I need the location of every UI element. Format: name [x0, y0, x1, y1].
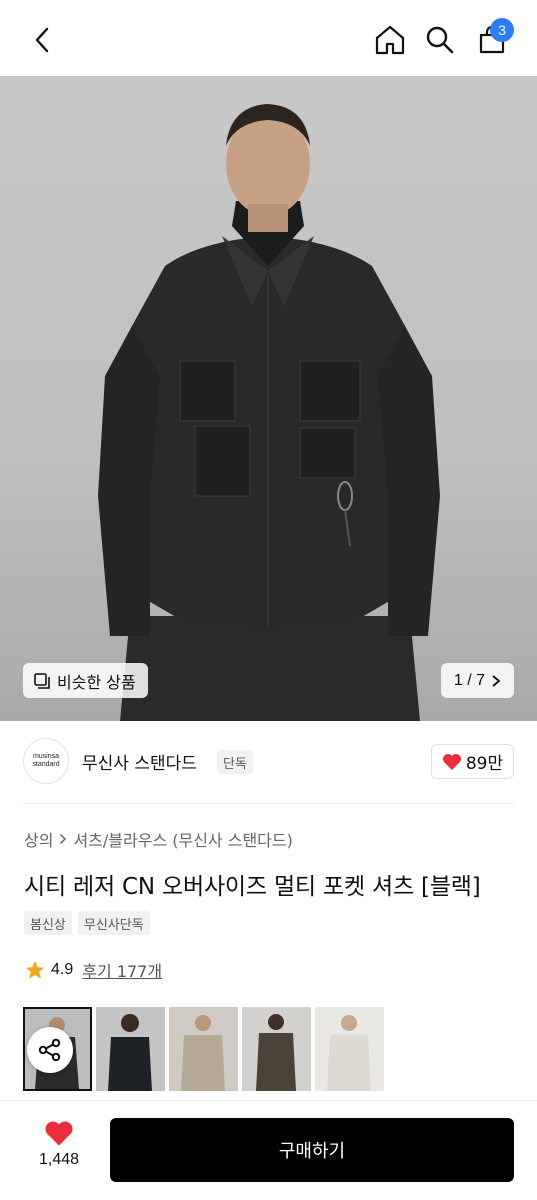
- similar-products-button[interactable]: 비슷한 상품: [23, 663, 148, 698]
- brand-name-link[interactable]: 무신사 스탠다드: [82, 749, 197, 774]
- reviews-link[interactable]: 후기 177개: [82, 958, 162, 982]
- rating-score: 4.9: [51, 961, 74, 978]
- rating-row: 4.9 후기 177개: [24, 958, 162, 982]
- thumbnail-ivory[interactable]: [315, 1007, 384, 1091]
- share-button[interactable]: [27, 1027, 73, 1073]
- back-button[interactable]: [22, 20, 62, 60]
- heart-icon: [45, 1121, 73, 1146]
- product-title: 시티 레저 CN 오버사이즈 멀티 포켓 셔츠 [블랙]: [24, 874, 481, 900]
- brand-like-button[interactable]: 89만: [431, 744, 514, 779]
- top-nav-bar: 3: [0, 0, 537, 76]
- product-tags: 봄신상 무신사단독: [24, 911, 150, 935]
- brand-logo[interactable]: musinsa standard: [23, 738, 69, 784]
- chevron-right-icon: [60, 833, 67, 845]
- tag-chip: 봄신상: [24, 911, 72, 935]
- back-icon: [35, 27, 49, 53]
- color-thumbnails: [23, 1007, 384, 1091]
- wishlist-count: 1,448: [38, 1151, 80, 1168]
- tag-chip: 무신사단독: [77, 911, 150, 935]
- star-icon: [25, 960, 45, 979]
- model-photo: [98, 104, 440, 721]
- similar-items-icon: [34, 672, 50, 689]
- thumbnail-image: [327, 1015, 371, 1091]
- breadcrumb: 상의 셔츠/블라우스 (무신사 스탠다드): [24, 827, 293, 851]
- page-indicator-text: 1 / 7: [453, 671, 486, 689]
- similar-products-label: 비슷한 상품: [57, 672, 136, 692]
- cart-count-badge: 3: [490, 18, 514, 42]
- brand-logo-line1: musinsa: [32, 753, 60, 760]
- wishlist-button[interactable]: 1,448: [24, 1120, 94, 1169]
- brand-logo-line2: standard: [32, 761, 60, 768]
- thumbnail-image: [181, 1015, 225, 1091]
- thumbnail-navy[interactable]: [96, 1007, 165, 1091]
- breadcrumb-category[interactable]: 상의: [24, 827, 53, 851]
- home-button[interactable]: [370, 20, 410, 60]
- buy-button[interactable]: 구매하기: [110, 1118, 514, 1182]
- search-button[interactable]: [420, 20, 460, 60]
- brand-like-count: 89만: [465, 754, 504, 774]
- product-image[interactable]: [0, 76, 537, 721]
- thumbnail-brown[interactable]: [242, 1007, 311, 1091]
- home-icon: [375, 25, 405, 55]
- heart-icon: [442, 753, 461, 770]
- image-page-indicator[interactable]: 1 / 7: [441, 663, 514, 698]
- divider: [23, 803, 514, 804]
- thumbnail-image: [256, 1014, 296, 1091]
- chevron-right-icon: [492, 674, 501, 687]
- thumbnail-beige[interactable]: [169, 1007, 238, 1091]
- breadcrumb-subcategory[interactable]: 셔츠/블라우스 (무신사 스탠다드): [73, 827, 292, 851]
- brand-exclusive-tag: 단독: [217, 750, 253, 774]
- search-icon: [426, 26, 454, 54]
- share-icon: [38, 1038, 61, 1062]
- thumbnail-image: [108, 1014, 152, 1091]
